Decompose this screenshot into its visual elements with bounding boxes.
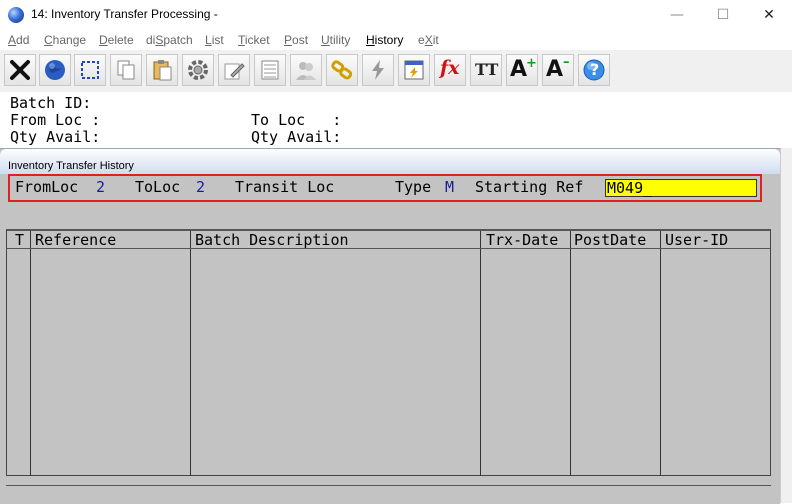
qty-avail-label-from: Qty Avail: bbox=[10, 128, 101, 146]
column-header-user-id[interactable]: User-ID bbox=[665, 231, 728, 249]
paste-icon[interactable] bbox=[146, 54, 178, 86]
panel-titlebar: Inventory Transfer History bbox=[0, 149, 780, 174]
to-loc-filter-value[interactable]: 2 bbox=[196, 178, 205, 196]
close-button[interactable]: ✕ bbox=[746, 0, 792, 30]
menu-delete[interactable]: Delete bbox=[99, 33, 134, 47]
qty-avail-label-to: Qty Avail: bbox=[251, 128, 342, 146]
tt-text: TT bbox=[475, 60, 499, 79]
column-header-reference[interactable]: Reference bbox=[35, 231, 116, 249]
menu-list[interactable]: List bbox=[205, 33, 224, 47]
minus-badge-icon: – bbox=[563, 55, 570, 70]
maximize-button[interactable]: ☐ bbox=[700, 0, 746, 30]
column-header-batch-description[interactable]: Batch Description bbox=[195, 231, 349, 249]
inventory-transfer-history-panel: Inventory Transfer History FromLoc 2 ToL… bbox=[0, 148, 780, 504]
transit-loc-label: Transit Loc bbox=[235, 178, 335, 196]
calc-window-icon[interactable] bbox=[398, 54, 430, 86]
menu-dispatch[interactable]: diSpatch bbox=[146, 33, 193, 47]
window-title: 14: Inventory Transfer Processing - bbox=[31, 7, 218, 21]
menu-add[interactable]: Add bbox=[8, 33, 29, 47]
app-globe-icon bbox=[8, 7, 24, 23]
column-divider bbox=[30, 231, 31, 476]
column-header-trx-date[interactable]: Trx-Date bbox=[486, 231, 558, 249]
to-loc-label: To Loc : bbox=[251, 111, 342, 129]
from-loc-filter-label: FromLoc bbox=[15, 178, 79, 196]
header-separator bbox=[7, 248, 770, 249]
vertical-scrollbar[interactable] bbox=[780, 148, 792, 503]
minimize-button[interactable]: — bbox=[654, 0, 700, 30]
close-x-icon[interactable] bbox=[4, 54, 36, 86]
column-divider bbox=[570, 231, 571, 476]
title-bar: 14: Inventory Transfer Processing - — ☐ … bbox=[0, 0, 792, 30]
lightning-icon[interactable] bbox=[362, 54, 394, 86]
from-loc-filter-value[interactable]: 2 bbox=[96, 178, 105, 196]
menu-post[interactable]: Post bbox=[284, 33, 308, 47]
menu-history[interactable]: History bbox=[366, 33, 403, 47]
list-icon[interactable] bbox=[254, 54, 286, 86]
column-divider bbox=[660, 231, 661, 476]
column-divider bbox=[480, 231, 481, 476]
menu-exit[interactable]: eXit bbox=[418, 33, 439, 47]
settings-icon[interactable] bbox=[182, 54, 214, 86]
panel-title: Inventory Transfer History bbox=[8, 160, 134, 172]
font-increase-icon[interactable]: A + bbox=[506, 54, 538, 86]
batch-id-label: Batch ID: bbox=[10, 94, 92, 112]
menu-bar: Add Change Delete diSpatch List Ticket P… bbox=[0, 30, 792, 50]
plus-badge-icon: + bbox=[526, 56, 537, 71]
font-icon[interactable]: TT bbox=[470, 54, 502, 86]
column-header-t[interactable]: T bbox=[15, 231, 24, 249]
help-icon[interactable]: ? bbox=[578, 54, 610, 86]
type-value[interactable]: M bbox=[445, 178, 454, 196]
a-minus-text: A bbox=[546, 57, 564, 82]
column-divider bbox=[190, 231, 191, 476]
menu-ticket[interactable]: Ticket bbox=[238, 33, 270, 47]
starting-ref-label: Starting Ref bbox=[475, 178, 584, 196]
from-loc-label: From Loc : bbox=[10, 111, 101, 129]
globe-icon[interactable] bbox=[39, 54, 71, 86]
menu-change[interactable]: Change bbox=[44, 33, 86, 47]
copy-icon[interactable] bbox=[110, 54, 142, 86]
menu-utility[interactable]: Utility bbox=[321, 33, 350, 47]
users-icon[interactable] bbox=[290, 54, 322, 86]
link-icon[interactable] bbox=[326, 54, 358, 86]
type-label: Type bbox=[395, 178, 432, 196]
toolbar: fx TT A + A – ? bbox=[0, 50, 792, 93]
batch-header: Batch ID: From Loc : To Loc : Qty Avail:… bbox=[0, 92, 792, 148]
edit-icon[interactable] bbox=[218, 54, 250, 86]
to-loc-filter-label: ToLoc bbox=[135, 178, 181, 196]
table-footer-line bbox=[6, 485, 771, 486]
starting-ref-input[interactable]: M049_ bbox=[605, 179, 757, 197]
help-q-text: ? bbox=[590, 60, 600, 79]
history-table: T Reference Batch Description Trx-Date P… bbox=[6, 229, 771, 476]
a-plus-text: A bbox=[510, 57, 528, 82]
column-header-postdate[interactable]: PostDate bbox=[574, 231, 646, 249]
filter-row: FromLoc 2 ToLoc 2 Transit Loc Type M Sta… bbox=[8, 174, 762, 202]
function-icon[interactable]: fx bbox=[434, 54, 466, 86]
select-area-icon[interactable] bbox=[74, 54, 106, 86]
font-decrease-icon[interactable]: A – bbox=[542, 54, 574, 86]
fx-text: fx bbox=[440, 57, 460, 79]
